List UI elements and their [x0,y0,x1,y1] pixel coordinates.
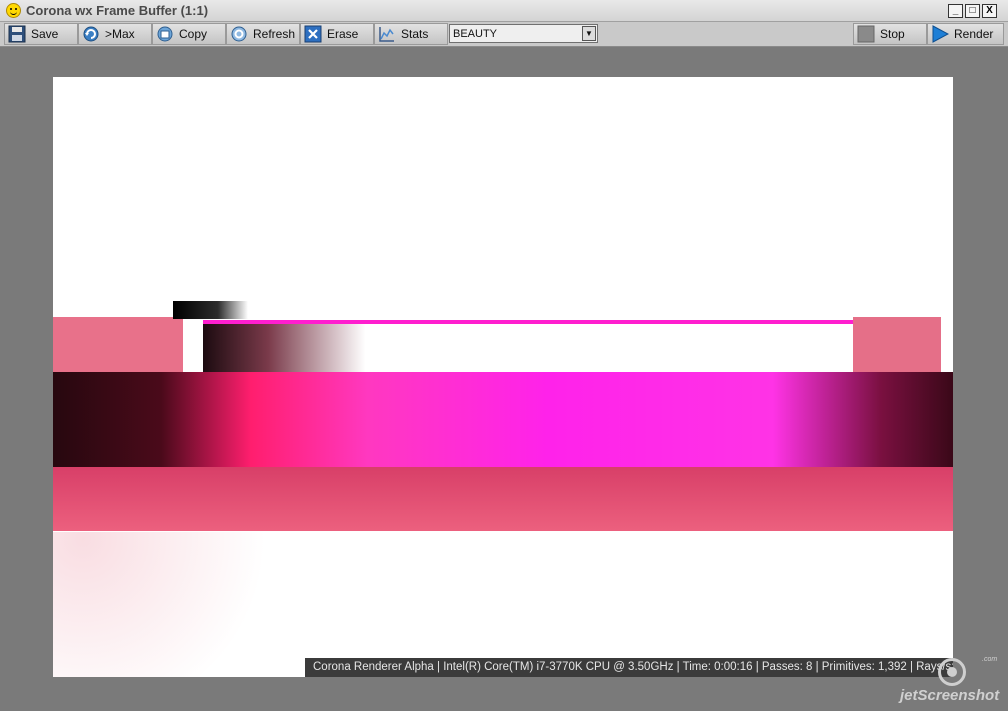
render-region-dark-object [173,301,248,319]
toolbar: Save >Max Copy Refresh Erase Stats BEAUT… [0,22,1008,47]
render-region-noise [53,532,353,677]
minimize-button[interactable]: _ [948,4,963,18]
render-region-white-strip [203,320,853,374]
stats-button[interactable]: Stats [374,23,448,45]
window-title: Corona wx Frame Buffer (1:1) [26,3,209,18]
render-region-pink-floor [53,467,953,531]
erase-x-icon [304,25,322,43]
render-label: Render [954,27,994,41]
render-region-pink-right [853,317,941,372]
smiley-icon [6,3,21,18]
render-pass-value: BEAUTY [453,28,498,40]
erase-label: Erase [327,27,359,41]
refresh-arrow-icon [82,25,100,43]
max-label: >Max [105,27,135,41]
chart-icon [378,25,396,43]
render-pass-select[interactable]: BEAUTY ▼ [449,24,598,43]
stop-button[interactable]: Stop [853,23,927,45]
title-bar: Corona wx Frame Buffer (1:1) _ □ X [0,0,1008,22]
stop-square-icon [857,25,875,43]
rendered-image[interactable] [53,77,953,677]
stats-label: Stats [401,27,429,41]
render-button[interactable]: Render [927,23,1004,45]
save-button[interactable]: Save [4,23,78,45]
render-status-bar: Corona Renderer Alpha | Intel(R) Core(TM… [305,658,953,677]
maximize-button[interactable]: □ [965,4,980,18]
stop-label: Stop [880,27,905,41]
refresh-button[interactable]: Refresh [226,23,300,45]
watermark-suffix: .com [982,656,998,663]
refresh-label: Refresh [253,27,296,41]
watermark-text: jetScreenshot [900,687,1000,704]
floppy-disk-icon [8,25,26,43]
camera-logo-icon [938,658,966,686]
copy-label: Copy [179,27,208,41]
copy-icon [156,25,174,43]
watermark: .com jetScreenshot [898,656,1006,708]
render-region-pink-left [53,317,183,372]
play-triangle-icon [931,25,949,43]
copy-button[interactable]: Copy [152,23,226,45]
close-button[interactable]: X [982,4,997,18]
erase-button[interactable]: Erase [300,23,374,45]
render-region-magenta-band [53,372,953,467]
max-button[interactable]: >Max [78,23,152,45]
save-label: Save [31,27,59,41]
chevron-down-icon[interactable]: ▼ [582,26,596,41]
refresh-icon [230,25,248,43]
